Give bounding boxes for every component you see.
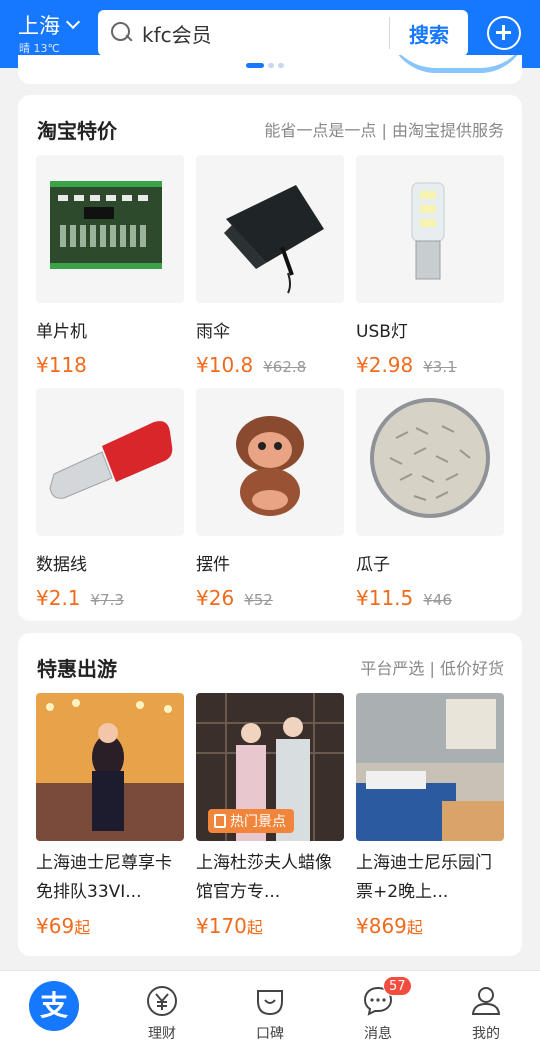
current-price: ¥2.1	[36, 586, 81, 610]
chevron-down-icon	[65, 14, 81, 30]
travel-price: ¥69起	[36, 914, 184, 938]
product-price: ¥2.98 ¥3.1	[356, 353, 504, 377]
current-price: ¥2.98	[356, 353, 414, 377]
travel-image-wax-museum: 热门景点	[196, 693, 344, 841]
travel-image-disney-carousel	[36, 693, 184, 841]
carousel-indicator	[278, 63, 284, 68]
current-price: ¥11.5	[356, 586, 414, 610]
product-price: ¥11.5 ¥46	[356, 586, 504, 610]
travel-price: ¥869起	[356, 914, 504, 938]
product-name: 单片机	[36, 322, 87, 342]
hot-attraction-badge: 热门景点	[208, 809, 294, 833]
current-price: ¥69	[36, 914, 75, 938]
product-image-monkey-figurine	[196, 388, 344, 536]
product-price: ¥118	[36, 353, 184, 377]
city-selector[interactable]: 上海	[18, 10, 81, 40]
taobao-deals-card: 淘宝特价 能省一点是一点 | 由淘宝提供服务 单片机 ¥118 雨伞 ¥10.8…	[18, 95, 522, 621]
ticket-icon	[214, 814, 226, 828]
nav-label: 口碑	[256, 1026, 284, 1042]
current-price: ¥869	[356, 914, 407, 938]
price-suffix: 起	[246, 918, 263, 937]
travel-deals-card: 特惠出游 平台严选 | 低价好货 上海迪士尼尊享卡免排队33VI... ¥69起	[18, 633, 522, 956]
product-image-usb-c-adapter	[36, 388, 184, 536]
search-input[interactable]: kfc会员	[142, 19, 389, 48]
original-price: ¥62.8	[263, 358, 307, 376]
current-price: ¥10.8	[196, 353, 254, 377]
product-item[interactable]: 数据线 ¥2.1 ¥7.3	[36, 388, 184, 610]
travel-price: ¥170起	[196, 914, 344, 938]
nav-wealth[interactable]: 理财	[108, 971, 216, 1054]
product-name: 瓜子	[356, 555, 390, 575]
banner-graphic	[388, 55, 522, 73]
product-price: ¥10.8 ¥62.8	[196, 353, 344, 377]
alipay-home-icon[interactable]: 支	[29, 981, 79, 1031]
nav-label: 消息	[364, 1026, 392, 1042]
original-price: ¥52	[244, 591, 273, 609]
price-suffix: 起	[74, 918, 91, 937]
unread-badge: 57	[383, 976, 412, 996]
travel-image-hotel-room	[356, 693, 504, 841]
travel-item[interactable]: 上海迪士尼尊享卡免排队33VI... ¥69起	[36, 693, 184, 938]
nav-home[interactable]: 支	[0, 971, 108, 1054]
carousel-indicator-active	[246, 63, 264, 68]
add-icon[interactable]	[487, 16, 521, 50]
section-subtitle[interactable]: 平台严选 | 低价好货	[360, 655, 504, 679]
current-price: ¥170	[196, 914, 247, 938]
product-price: ¥2.1 ¥7.3	[36, 586, 184, 610]
product-name: 摆件	[196, 555, 230, 575]
travel-item[interactable]: 上海迪士尼乐园门票+2晚上... ¥869起	[356, 693, 504, 938]
nav-koubei[interactable]: 口碑	[216, 971, 324, 1054]
original-price: ¥7.3	[90, 591, 124, 609]
nav-messages[interactable]: 消息	[324, 971, 432, 1054]
travel-name: 上海杜莎夫人蜡像馆官方专...	[196, 853, 332, 902]
section-title: 特惠出游	[37, 657, 117, 681]
travel-item[interactable]: 热门景点 上海杜莎夫人蜡像馆官方专... ¥170起	[196, 693, 344, 938]
product-image-circuit-board	[36, 155, 184, 303]
product-price: ¥26 ¥52	[196, 586, 344, 610]
current-price: ¥118	[36, 353, 87, 377]
product-item[interactable]: 单片机 ¥118	[36, 155, 184, 377]
nav-label: 理财	[148, 1026, 176, 1042]
yuan-icon	[147, 986, 177, 1016]
person-icon	[471, 987, 501, 1015]
search-button[interactable]: 搜索	[390, 19, 468, 48]
product-item[interactable]: 瓜子 ¥11.5 ¥46	[356, 388, 504, 610]
nav-label: 我的	[472, 1026, 500, 1042]
banner-card[interactable]	[18, 55, 522, 84]
city-name: 上海	[18, 14, 60, 38]
product-item[interactable]: USB灯 ¥2.98 ¥3.1	[356, 155, 504, 377]
product-image-umbrella	[196, 155, 344, 303]
current-price: ¥26	[196, 586, 235, 610]
nav-profile[interactable]: 我的	[432, 971, 540, 1054]
product-name: 雨伞	[196, 322, 230, 342]
travel-name: 上海迪士尼尊享卡免排队33VI...	[36, 853, 172, 902]
product-item[interactable]: 雨伞 ¥10.8 ¥62.8	[196, 155, 344, 377]
product-name: USB灯	[356, 322, 408, 342]
section-title: 淘宝特价	[37, 119, 117, 143]
weather-info: 晴 13℃	[19, 42, 60, 55]
badge-label: 热门景点	[230, 814, 286, 830]
search-bar[interactable]: kfc会员 搜索	[98, 10, 468, 56]
koubei-icon	[257, 990, 283, 1016]
travel-name: 上海迪士尼乐园门票+2晚上...	[356, 853, 492, 902]
price-suffix: 起	[406, 918, 423, 937]
carousel-indicator	[268, 63, 274, 68]
product-image-usb-light	[356, 155, 504, 303]
product-item[interactable]: 摆件 ¥26 ¥52	[196, 388, 344, 610]
bottom-nav: 支 理财 口碑 消息 我的	[0, 970, 540, 1054]
product-name: 数据线	[36, 555, 87, 575]
section-subtitle[interactable]: 能省一点是一点 | 由淘宝提供服务	[264, 117, 504, 141]
product-image-seeds	[356, 388, 504, 536]
search-icon	[110, 21, 134, 45]
original-price: ¥46	[423, 591, 452, 609]
original-price: ¥3.1	[423, 358, 457, 376]
